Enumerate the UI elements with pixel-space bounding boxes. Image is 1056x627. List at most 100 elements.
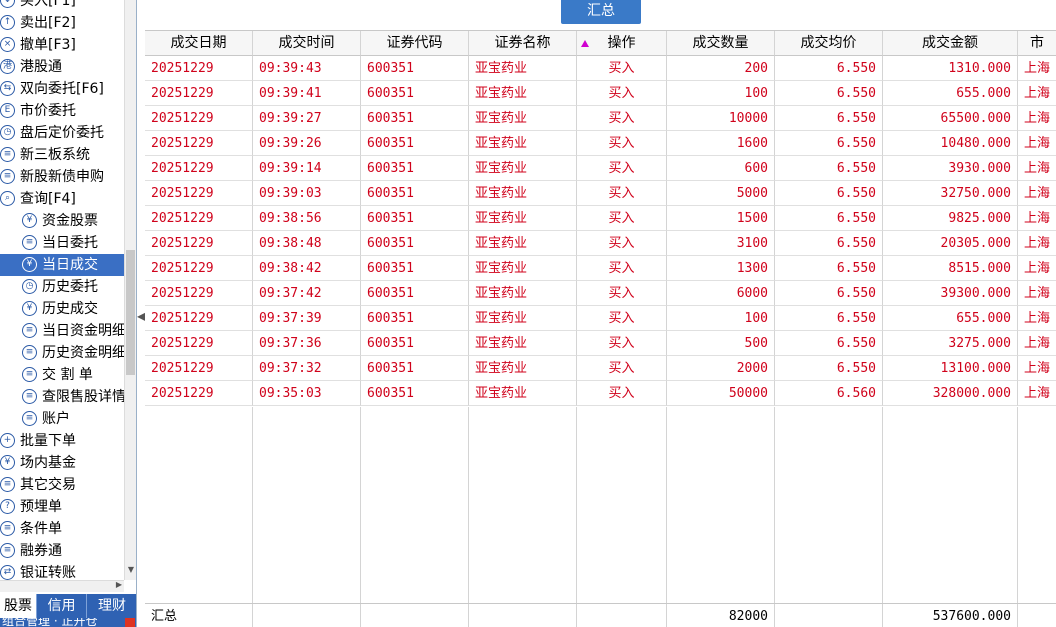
column-header[interactable]: 操作 <box>577 31 667 56</box>
table-cell: 买入 <box>577 306 667 331</box>
table-cell: 1500 <box>667 206 775 231</box>
table-cell: 6.550 <box>775 81 883 106</box>
buy-icon: ↓ <box>0 0 15 8</box>
column-header[interactable]: 成交均价 <box>775 31 883 56</box>
column-header[interactable]: 成交数量 <box>667 31 775 56</box>
tab-credit[interactable]: 信用 <box>36 594 86 618</box>
sidebar-item[interactable]: ◷ 盘后定价委托 <box>0 122 124 144</box>
sidebar-item[interactable]: E 市价委托 <box>0 100 124 122</box>
sidebar-item[interactable]: ↓ 买入[F1] <box>0 0 124 12</box>
table-row[interactable]: 20251229 09:38:56 600351 亚宝药业 买入 1500 6.550 982… <box>145 206 1056 231</box>
tab-wealth[interactable]: 理财 <box>86 594 136 618</box>
table-cell: 655.000 <box>883 81 1018 106</box>
scroll-right-arrow-icon[interactable]: ▶ <box>116 580 122 589</box>
table-cell: 100 <box>667 306 775 331</box>
table-row[interactable]: 20251229 09:39:03 600351 亚宝药业 买入 5000 6.550 327… <box>145 181 1056 206</box>
table-row[interactable]: 20251229 09:39:43 600351 亚宝药业 买入 200 6.550 1310… <box>145 56 1056 81</box>
sidebar-item[interactable]: 港港股通 <box>0 56 124 78</box>
sidebar-item[interactable]: ≡ 交 割 单 <box>0 364 124 386</box>
column-header-label: 证券代码 <box>386 35 443 51</box>
column-header[interactable]: 成交时间 <box>253 31 361 56</box>
sidebar-item[interactable]: + 批量下单 <box>0 430 124 452</box>
column-header[interactable]: 成交金额 <box>883 31 1018 56</box>
alert-icon[interactable] <box>125 618 135 627</box>
sidebar-item[interactable]: ¥ 资金股票 <box>0 210 124 232</box>
sidebar-item[interactable]: ¥ 场内基金 <box>0 452 124 474</box>
table-cell: 上海 <box>1018 356 1056 381</box>
column-header[interactable]: 成交日期 <box>145 31 253 56</box>
sidebar-item[interactable]: ¥ 历史成交 <box>0 298 124 320</box>
collapse-panel-icon[interactable]: ◀ <box>137 300 146 332</box>
table-cell: 32750.000 <box>883 181 1018 206</box>
table-row[interactable]: 20251229 09:38:42 600351 亚宝药业 买入 1300 6.550 851… <box>145 256 1056 281</box>
table-row[interactable]: 20251229 09:39:41 600351 亚宝药业 买入 100 6.550 655.… <box>145 81 1056 106</box>
left-navigation-panel: ↓ 买入[F1] ↑ 卖出[F2] × 撤单[F3] 港港股通 ⇆ 双向委托[F6] E 市价委托 ◷… <box>0 0 137 627</box>
column-header[interactable]: 证券代码 <box>361 31 469 56</box>
sidebar-item[interactable]: × 撤单[F3] <box>0 34 124 56</box>
table-cell: 8515.000 <box>883 256 1018 281</box>
table-cell: 39300.000 <box>883 281 1018 306</box>
batch-order-icon: + <box>0 433 15 448</box>
table-cell: 600351 <box>361 256 469 281</box>
sidebar-item[interactable]: ⇆ 双向委托[F6] <box>0 78 124 100</box>
table-cell: 20251229 <box>145 206 253 231</box>
search-icon: ⌕ <box>0 191 15 206</box>
table-cell: 600351 <box>361 181 469 206</box>
table-cell: 600351 <box>361 131 469 156</box>
table-cell: 600351 <box>361 156 469 181</box>
table-cell: 65500.000 <box>883 106 1018 131</box>
table-row[interactable]: 20251229 09:37:42 600351 亚宝药业 买入 6000 6.550 393… <box>145 281 1056 306</box>
sidebar-item[interactable]: ¥ 当日成交 <box>0 254 124 276</box>
table-row[interactable]: 20251229 09:37:36 600351 亚宝药业 买入 500 6.550 3275… <box>145 331 1056 356</box>
table-cell: 亚宝药业 <box>469 156 577 181</box>
tree-horizontal-scrollbar[interactable]: ▶ <box>0 580 124 592</box>
sidebar-item[interactable]: ⌕ 查询[F4] <box>0 188 124 210</box>
table-row[interactable]: 20251229 09:37:32 600351 亚宝药业 买入 2000 6.550 131… <box>145 356 1056 381</box>
hk-connect-icon: 港 <box>0 59 15 74</box>
table-cell: 09:39:14 <box>253 156 361 181</box>
table-row[interactable]: 20251229 09:35:03 600351 亚宝药业 买入 50000 6.560 32… <box>145 381 1056 406</box>
sidebar-item-label: 银证转账 <box>20 565 76 580</box>
sidebar-item[interactable]: ≡ 当日资金明细 <box>0 320 124 342</box>
sidebar-item[interactable]: ◷ 历史委托 <box>0 276 124 298</box>
table-row[interactable]: 20251229 09:39:14 600351 亚宝药业 买入 600 6.550 3930… <box>145 156 1056 181</box>
summary-button[interactable]: 汇总 <box>561 0 641 24</box>
table-row[interactable]: 20251229 09:39:26 600351 亚宝药业 买入 1600 6.550 104… <box>145 131 1056 156</box>
tab-stocks[interactable]: 股票 <box>0 594 36 618</box>
table-row[interactable]: 20251229 09:37:39 600351 亚宝药业 买入 100 6.550 655.… <box>145 306 1056 331</box>
sidebar-item[interactable]: ⇄ 银证转账 <box>0 562 124 580</box>
tree-vertical-scrollbar[interactable]: ▼ <box>124 0 136 580</box>
table-row[interactable]: 20251229 09:39:27 600351 亚宝药业 买入 10000 6.550 65… <box>145 106 1056 131</box>
sidebar-item[interactable]: ≡ 历史资金明细 <box>0 342 124 364</box>
table-row[interactable]: 20251229 09:38:48 600351 亚宝药业 买入 3100 6.550 203… <box>145 231 1056 256</box>
column-header[interactable]: 市 <box>1018 31 1056 56</box>
table-cell: 1300 <box>667 256 775 281</box>
account-icon: ≡ <box>22 411 37 426</box>
table-cell: 20251229 <box>145 81 253 106</box>
sidebar-item[interactable]: ≡ 其它交易 <box>0 474 124 496</box>
table-header-row: 成交日期 成交时间 证券代码 证券名称 操作 成交数量 成交均价 成交金额 市 <box>145 31 1056 56</box>
ipo-icon: ≡ <box>0 169 15 184</box>
column-header[interactable]: 证券名称 <box>469 31 577 56</box>
scroll-thumb[interactable] <box>126 250 135 375</box>
sidebar-item[interactable]: ≡ 条件单 <box>0 518 124 540</box>
column-header-label: 成交日期 <box>170 35 227 51</box>
sidebar-item[interactable]: ≡ 账户 <box>0 408 124 430</box>
sidebar-item[interactable]: ? 预埋单 <box>0 496 124 518</box>
sidebar-item[interactable]: ≡ 融券通 <box>0 540 124 562</box>
table-cell: 买入 <box>577 106 667 131</box>
scroll-down-arrow-icon[interactable]: ▼ <box>125 565 136 574</box>
sidebar-item[interactable]: ↑ 卖出[F2] <box>0 12 124 34</box>
sidebar-item[interactable]: ≡ 查限售股详情 <box>0 386 124 408</box>
table-cell: 买入 <box>577 356 667 381</box>
table-cell: 09:35:03 <box>253 381 361 406</box>
sidebar-item[interactable]: ≡ 当日委托 <box>0 232 124 254</box>
sidebar-item-label: 当日资金明细 <box>42 323 124 339</box>
sidebar-item-label: 历史成交 <box>42 301 98 317</box>
table-cell: 上海 <box>1018 331 1056 356</box>
sidebar-item[interactable]: ≡ 新股新债申购 <box>0 166 124 188</box>
sidebar-item-label: 资金股票 <box>42 213 98 229</box>
table-cell: 买入 <box>577 181 667 206</box>
sidebar-item[interactable]: ≡ 新三板系统 <box>0 144 124 166</box>
table-cell: 上海 <box>1018 131 1056 156</box>
